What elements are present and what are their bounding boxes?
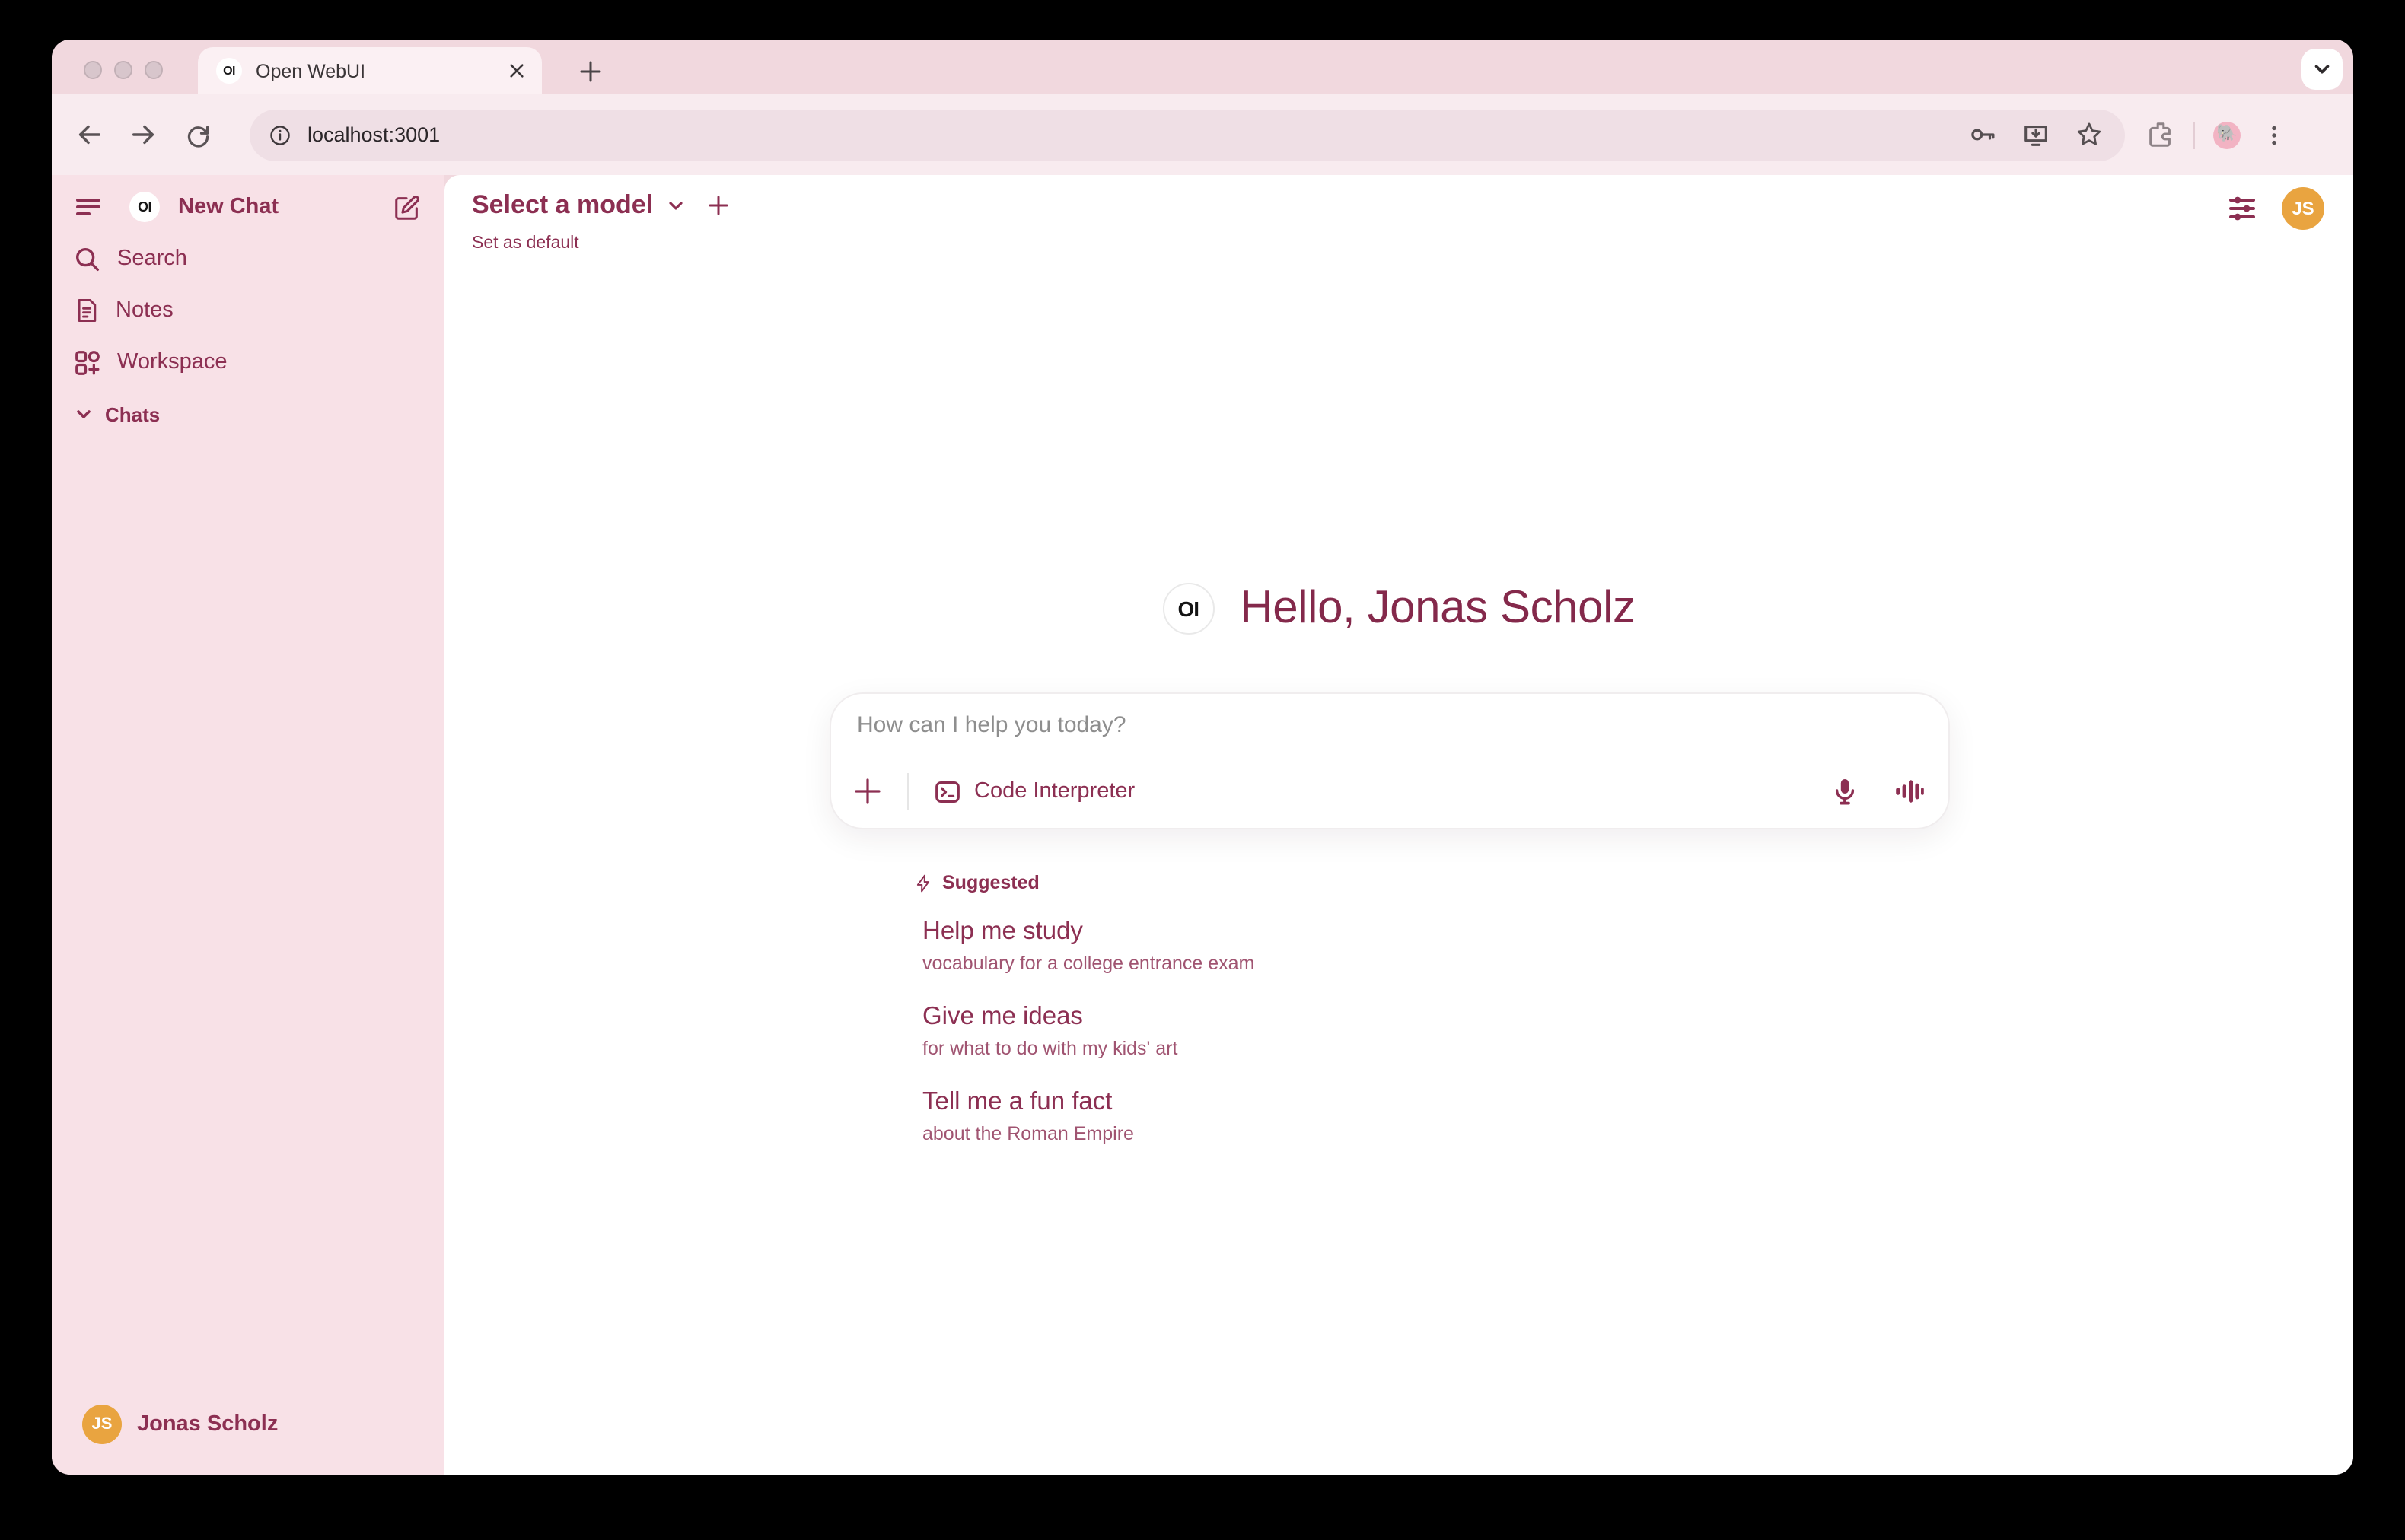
forward-button[interactable] [122,113,164,156]
browser-menu-icon[interactable] [2262,123,2286,147]
suggestion-subtitle: for what to do with my kids' art [922,1035,1766,1064]
window-zoom-button[interactable] [145,61,163,79]
url-text[interactable]: localhost:3001 [307,123,440,146]
main-panel: Select a model Set as default JS OI Hell… [444,175,2353,1475]
suggestion-title[interactable]: Help me study [922,913,1766,950]
window-close-button[interactable] [84,61,102,79]
workspace-grid-icon [73,348,102,377]
suggestion-help-me-study[interactable]: Help me study vocabulary for a college e… [913,913,1766,978]
browser-tab-strip: OI Open WebUI [52,40,2353,94]
model-selector[interactable]: Select a model [472,190,729,221]
site-info-icon[interactable] [268,123,292,147]
suggestion-fun-fact[interactable]: Tell me a fun fact about the Roman Empir… [913,1083,1766,1149]
sidebar-new-chat-row[interactable]: OI New Chat [52,181,444,233]
notes-document-icon [73,297,100,324]
sidebar-chats-header[interactable]: Chats [52,388,444,440]
password-key-icon[interactable] [1968,120,1997,149]
sidebar-item-search[interactable]: Search [52,233,444,285]
tab-search-chevron-button[interactable] [2301,49,2343,90]
chat-controls-sliders-icon[interactable] [2227,193,2257,224]
sidebar-item-notes[interactable]: Notes [52,285,444,336]
suggested-label: Suggested [942,872,1040,893]
suggested-header: Suggested [913,872,1766,893]
lightning-bolt-icon [913,873,933,892]
chevron-down-icon [665,195,686,216]
greeting-text: Hello, Jonas Scholz [1240,583,1635,635]
model-selector-label[interactable]: Select a model [472,190,653,221]
chevron-down-icon [73,403,94,425]
attach-plus-icon[interactable] [852,776,883,807]
sidebar-item-label: Notes [116,298,174,323]
search-icon [73,244,102,273]
window-minimize-button[interactable] [114,61,132,79]
composer-toolbar: Code Interpreter [852,773,1924,810]
voice-mode-waveform-icon[interactable] [1894,776,1924,807]
sidebar-oi-logo: OI [129,192,160,222]
bookmark-star-icon[interactable] [2075,120,2104,149]
toolbar-separator [2193,121,2195,148]
browser-tab-open-webui[interactable]: OI Open WebUI [198,47,542,94]
install-app-icon[interactable] [2021,120,2050,149]
microphone-icon[interactable] [1830,776,1860,807]
header-user-avatar[interactable]: JS [2282,187,2324,230]
oi-logo: OI [1162,583,1214,635]
sidebar-user-menu[interactable]: JS Jonas Scholz [70,1398,290,1450]
sidebar-item-workspace[interactable]: Workspace [52,336,444,388]
browser-toolbar: localhost:3001 🐘 [52,94,2353,175]
suggestion-title[interactable]: Give me ideas [922,998,1766,1035]
chat-input[interactable] [857,712,1922,749]
reload-button[interactable] [177,113,219,156]
suggestion-give-me-ideas[interactable]: Give me ideas for what to do with my kid… [913,998,1766,1064]
user-name: Jonas Scholz [137,1412,278,1437]
composer-divider [907,773,909,810]
code-interpreter-label: Code Interpreter [974,779,1135,803]
desktop-background: OI Open WebUI localhost:3001 [0,0,2405,1540]
extensions-puzzle-icon[interactable] [2146,120,2175,149]
terminal-icon [933,777,962,806]
browser-window: OI Open WebUI localhost:3001 [52,40,2353,1475]
tab-title: Open WebUI [256,60,365,81]
back-button[interactable] [67,113,110,156]
set-as-default-link[interactable]: Set as default [472,234,579,253]
suggestion-subtitle: about the Roman Empire [922,1120,1766,1149]
tab-favicon-oi-logo: OI [216,58,242,84]
window-controls [84,61,163,79]
new-chat-edit-icon[interactable] [393,192,422,221]
user-avatar: JS [82,1405,122,1444]
browser-profile-avatar[interactable]: 🐘 [2213,121,2241,148]
app-content: OI New Chat Search Notes [52,175,2353,1475]
sidebar: OI New Chat Search Notes [52,175,444,1475]
chats-label: Chats [105,402,160,425]
greeting-row: OI Hello, Jonas Scholz [444,583,2353,635]
address-bar[interactable]: localhost:3001 [250,109,2125,161]
suggestion-subtitle: vocabulary for a college entrance exam [922,950,1766,978]
new-tab-button[interactable] [571,52,610,91]
suggested-section: Suggested Help me study vocabulary for a… [913,872,1766,1169]
sidebar-toggle-icon[interactable] [73,192,104,222]
code-interpreter-toggle[interactable]: Code Interpreter [933,777,1135,806]
add-model-button[interactable] [708,195,729,216]
sidebar-item-label: Workspace [117,350,228,374]
tab-close-icon[interactable] [502,57,530,84]
chat-composer[interactable]: Code Interpreter [830,692,1950,829]
suggestion-title[interactable]: Tell me a fun fact [922,1083,1766,1120]
sidebar-item-label: Search [117,247,187,271]
new-chat-label[interactable]: New Chat [178,195,279,219]
